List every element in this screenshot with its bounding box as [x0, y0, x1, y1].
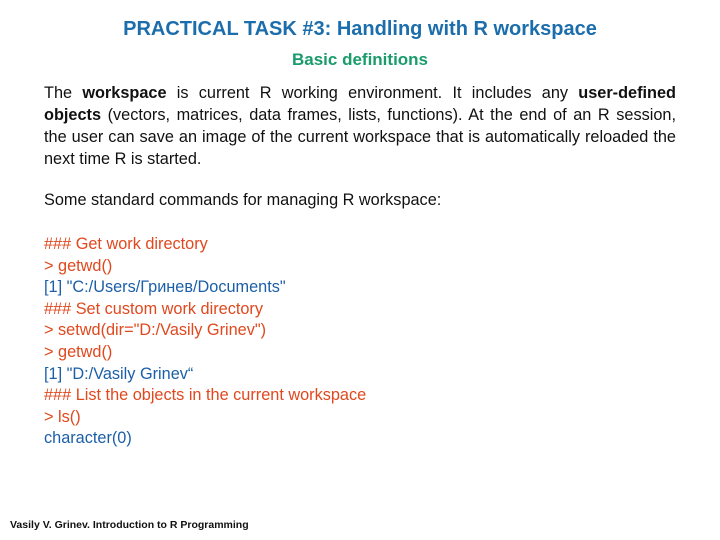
- code-line: ### Set custom work directory: [44, 299, 263, 318]
- para-text-3: (vectors, matrices, data frames, lists, …: [44, 106, 676, 168]
- term-workspace: workspace: [82, 84, 167, 102]
- code-line: character(0): [44, 429, 132, 448]
- code-line: > setwd(dir="D:/Vasily Grinev"): [44, 321, 267, 340]
- code-line: [1] "C:/Users/Гринев/Documents": [44, 278, 286, 297]
- slide-subtitle: Basic definitions: [291, 50, 429, 69]
- para-text-2: is current R working environment. It inc…: [166, 84, 579, 102]
- footer-credit: Vasily V. Grinev. Introduction to R Prog…: [10, 519, 249, 531]
- code-line: > getwd(): [44, 256, 113, 275]
- code-line: > ls(): [44, 407, 81, 426]
- definition-paragraph: The workspace is current R working envir…: [44, 82, 676, 170]
- code-line: ### List the objects in the current work…: [44, 386, 367, 405]
- slide-title: PRACTICAL TASK #3: Handling with R works…: [123, 18, 597, 40]
- commands-intro: Some standard commands for managing R wo…: [44, 191, 442, 209]
- code-block: ### Get work directory > getwd() [1] "C:…: [44, 234, 366, 450]
- code-line: > getwd(): [44, 342, 113, 361]
- para-text-1: The: [44, 84, 83, 102]
- code-line: ### Get work directory: [44, 235, 208, 253]
- code-line: [1] "D:/Vasily Grinev“: [44, 364, 194, 383]
